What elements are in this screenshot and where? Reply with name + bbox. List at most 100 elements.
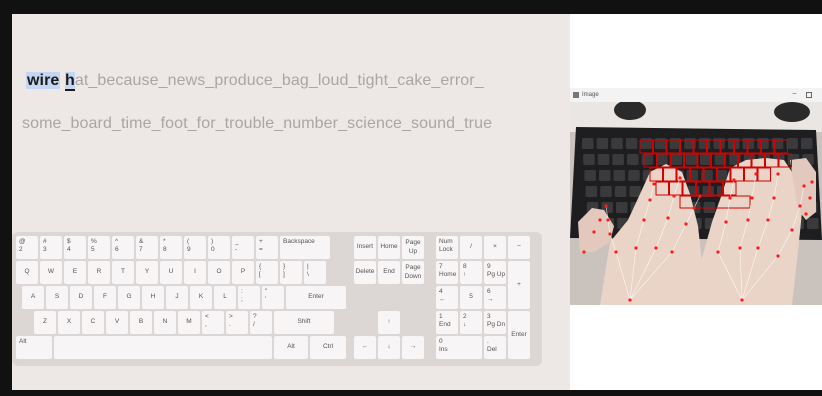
- physical-key: [583, 154, 595, 165]
- key-symbol[interactable]: } ]: [280, 261, 302, 284]
- key-ctrl[interactable]: Ctrl: [310, 336, 346, 359]
- key-0[interactable]: ) 0: [208, 236, 230, 259]
- key-enter[interactable]: Enter: [508, 311, 530, 359]
- landmark-point: [772, 196, 776, 200]
- key-x[interactable]: X: [58, 311, 80, 334]
- landmark-point: [628, 298, 632, 302]
- key-m[interactable]: M: [178, 311, 200, 334]
- key-del[interactable]: . Del: [484, 336, 506, 359]
- key-symbol[interactable]: _ -: [232, 236, 254, 259]
- landmark-point: [790, 228, 794, 232]
- key-symbol[interactable]: { [: [256, 261, 278, 284]
- key-e[interactable]: E: [64, 261, 86, 284]
- key-6[interactable]: ^ 6: [112, 236, 134, 259]
- key-5[interactable]: % 5: [88, 236, 110, 259]
- key-w[interactable]: W: [40, 261, 62, 284]
- key-page-up[interactable]: Page Up: [402, 236, 424, 259]
- key-v[interactable]: V: [106, 311, 128, 334]
- key-y[interactable]: Y: [136, 261, 158, 284]
- key-r[interactable]: R: [88, 261, 110, 284]
- key-1-end[interactable]: 1 End: [436, 311, 458, 334]
- landmark-point: [716, 250, 720, 254]
- camera-feed: [570, 102, 822, 305]
- landmark-point: [652, 182, 656, 186]
- key-num-lock[interactable]: Num Lock: [436, 236, 458, 259]
- key-p[interactable]: P: [232, 261, 254, 284]
- key-8[interactable]: * 8: [160, 236, 182, 259]
- key-l[interactable]: L: [214, 286, 236, 309]
- key-alt[interactable]: Alt: [16, 336, 52, 359]
- key-9-pg-up[interactable]: 9 Pg Up: [484, 261, 506, 284]
- key-symbol[interactable]: < ,: [202, 311, 224, 334]
- key-symbol[interactable]: ? /: [250, 311, 272, 334]
- key-7-home[interactable]: 7 Home: [436, 261, 458, 284]
- key-z[interactable]: Z: [34, 311, 56, 334]
- key-symbol[interactable]: | \: [304, 261, 326, 284]
- key-2[interactable]: @ 2: [16, 236, 38, 259]
- key-c[interactable]: C: [82, 311, 104, 334]
- key-5[interactable]: 5: [460, 286, 482, 309]
- key-7[interactable]: & 7: [136, 236, 158, 259]
- key-end[interactable]: End: [378, 261, 400, 284]
- key-t[interactable]: T: [112, 261, 134, 284]
- landmark-point: [724, 220, 728, 224]
- key-3-pg-dn[interactable]: 3 Pg Dn: [484, 311, 506, 334]
- key-b[interactable]: B: [130, 311, 152, 334]
- landmark-point: [582, 250, 586, 254]
- key-symbol[interactable]: ↑: [378, 311, 400, 334]
- camera-window-titlebar: Image −: [570, 88, 822, 102]
- key-home[interactable]: Home: [378, 236, 400, 259]
- key-enter[interactable]: Enter: [286, 286, 346, 309]
- key-g[interactable]: G: [118, 286, 140, 309]
- key-symbol[interactable]: " ': [262, 286, 284, 309]
- key-symbol[interactable]: ↓: [378, 336, 400, 359]
- key-page-down[interactable]: Page Down: [402, 261, 424, 284]
- key-symbol[interactable]: ←: [354, 336, 376, 359]
- key-shift[interactable]: Shift: [274, 311, 334, 334]
- key-a[interactable]: A: [22, 286, 44, 309]
- key-i[interactable]: I: [184, 261, 206, 284]
- key-3[interactable]: # 3: [40, 236, 62, 259]
- key-symbol[interactable]: > .: [226, 311, 248, 334]
- key-4[interactable]: $ 4: [64, 236, 86, 259]
- key-symbol[interactable]: + =: [256, 236, 278, 259]
- typed-text: wire: [26, 72, 61, 89]
- key-symbol[interactable]: ×: [484, 236, 506, 259]
- key-f[interactable]: F: [94, 286, 116, 309]
- landmark-point: [810, 180, 814, 184]
- key-d[interactable]: D: [70, 286, 92, 309]
- key-delete[interactable]: Delete: [354, 261, 376, 284]
- maximize-button[interactable]: [806, 92, 812, 98]
- key-s[interactable]: S: [46, 286, 68, 309]
- key-symbol[interactable]: −: [508, 236, 530, 259]
- key-q[interactable]: Q: [16, 261, 38, 284]
- key-o[interactable]: O: [208, 261, 230, 284]
- landmark-point: [648, 198, 652, 202]
- key-8[interactable]: 8 ↑: [460, 261, 482, 284]
- key-9[interactable]: ( 9: [184, 236, 206, 259]
- camera-pane: Image −: [570, 14, 822, 390]
- key-alt[interactable]: Alt: [274, 336, 308, 359]
- key-symbol[interactable]: /: [460, 236, 482, 259]
- key-symbol[interactable]: +: [508, 261, 530, 309]
- key-h[interactable]: H: [142, 286, 164, 309]
- key-backspace[interactable]: Backspace: [280, 236, 330, 259]
- key-blank[interactable]: [54, 336, 272, 359]
- key-6[interactable]: 6 →: [484, 286, 506, 309]
- minimize-button[interactable]: −: [792, 89, 797, 98]
- landmark-point: [756, 246, 760, 250]
- key-symbol[interactable]: : ;: [238, 286, 260, 309]
- key-u[interactable]: U: [160, 261, 182, 284]
- key-symbol[interactable]: →: [402, 336, 424, 359]
- key-k[interactable]: K: [190, 286, 212, 309]
- physical-key: [596, 138, 609, 149]
- physical-key: [685, 154, 697, 165]
- key-2[interactable]: 2 ↓: [460, 311, 482, 334]
- landmark-point: [738, 246, 742, 250]
- key-0-ins[interactable]: 0 Ins: [436, 336, 482, 359]
- key-j[interactable]: J: [166, 286, 188, 309]
- key-n[interactable]: N: [154, 311, 176, 334]
- key-4[interactable]: 4 ←: [436, 286, 458, 309]
- key-insert[interactable]: Insert: [354, 236, 376, 259]
- physical-key: [611, 138, 623, 149]
